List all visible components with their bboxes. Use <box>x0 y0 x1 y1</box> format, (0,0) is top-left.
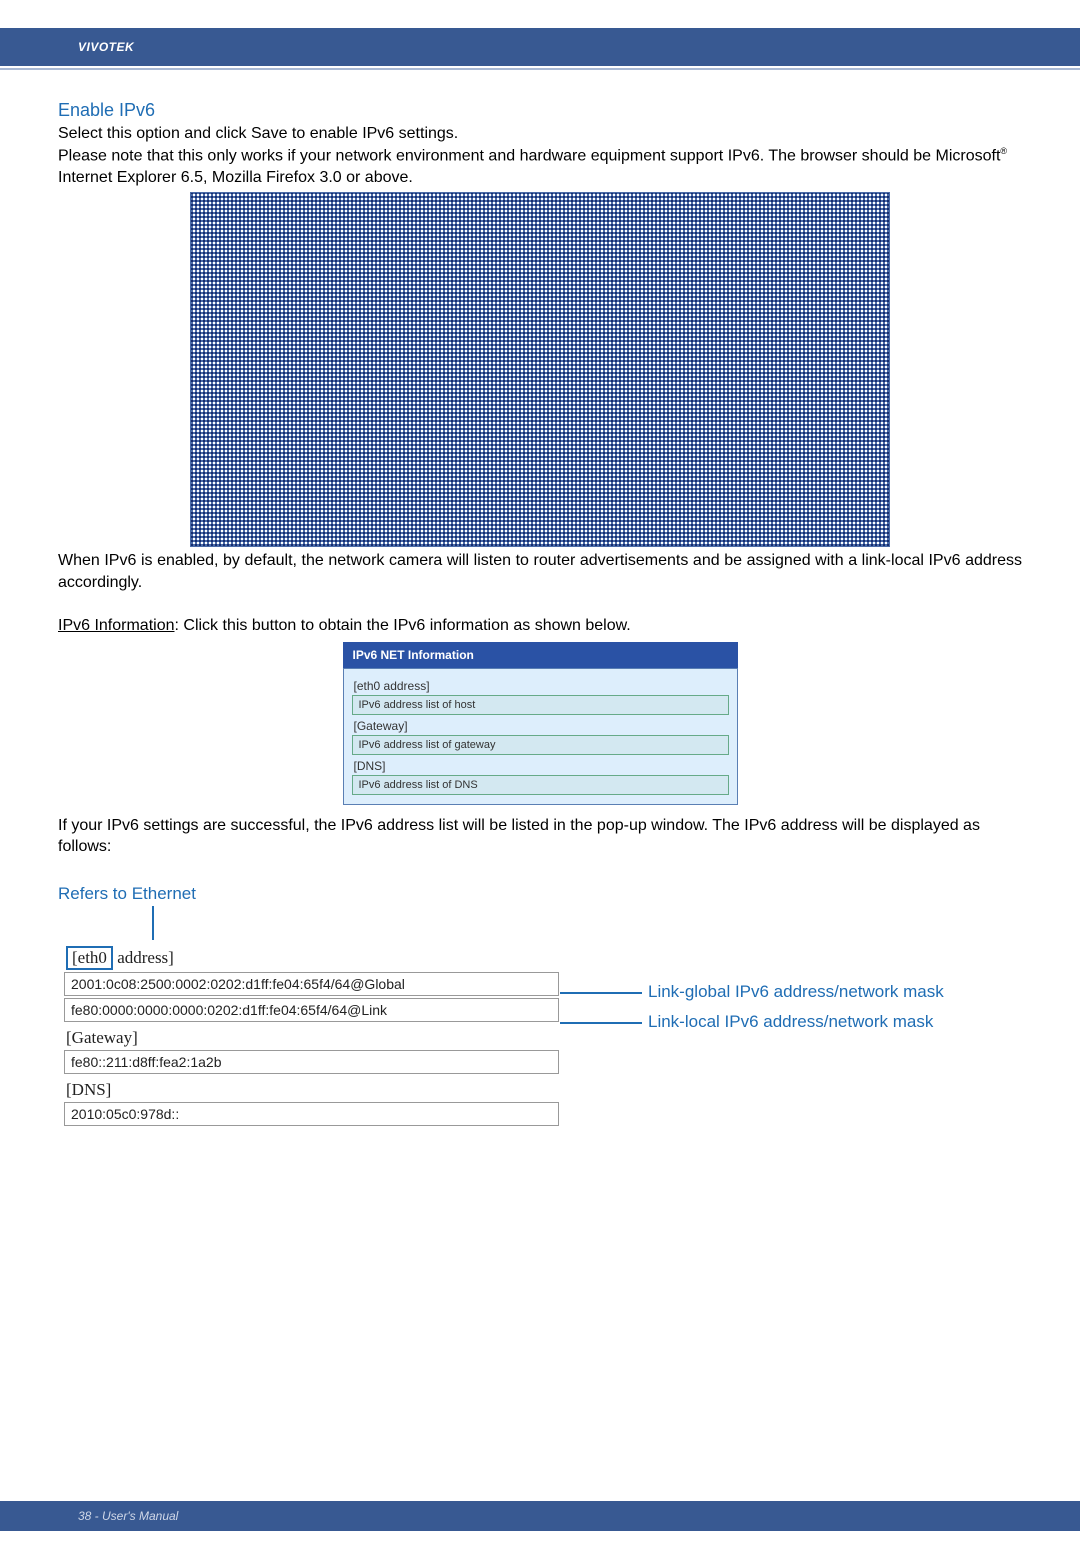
ipv6-link-address-field: fe80:0000:0000:0000:0202:d1ff:fe04:65f4/… <box>64 998 559 1022</box>
popup-dns-box: IPv6 address list of DNS <box>352 775 729 795</box>
registered-mark: ® <box>1000 146 1007 156</box>
popup-eth-label: [eth0 address] <box>354 679 727 693</box>
popup-eth-box: IPv6 address list of host <box>352 695 729 715</box>
popup-gateway-label: [Gateway] <box>354 719 727 733</box>
section-title-enable-ipv6: Enable IPv6 <box>58 100 1022 121</box>
intro-paragraph: Select this option and click Save to ena… <box>58 123 1022 188</box>
para-success: If your IPv6 settings are successful, th… <box>58 815 1022 858</box>
intro-line2b: Internet Explorer 6.5, Mozilla Firefox 3… <box>58 169 413 186</box>
brand-logo: VIVOTEK <box>78 40 134 54</box>
header-bar: VIVOTEK <box>0 28 1080 66</box>
intro-line2a: Please note that this only works if your… <box>58 147 1000 164</box>
dns-label: [DNS] <box>66 1080 1022 1100</box>
ipv6-info-line: IPv6 Information: Click this button to o… <box>58 615 1022 637</box>
popup-title: IPv6 NET Information <box>343 642 738 668</box>
ipv6-information-rest: : Click this button to obtain the IPv6 i… <box>175 617 631 634</box>
ipv6-net-info-popup: IPv6 NET Information [eth0 address] IPv6… <box>343 642 738 805</box>
ipv6-global-address-field: 2001:0c08:2500:0002:0202:d1ff:fe04:65f4/… <box>64 972 559 996</box>
page-content: Enable IPv6 Select this option and click… <box>0 70 1080 1126</box>
popup-body: [eth0 address] IPv6 address list of host… <box>343 668 738 805</box>
eth0-address-rest: address] <box>113 948 174 967</box>
annotation-link-global: Link-global IPv6 address/network mask <box>648 982 944 1002</box>
arrow-connector-global <box>560 992 642 994</box>
ipv6-information-label: IPv6 Information <box>58 617 175 634</box>
footer-page-number: 38 - User's Manual <box>78 1509 178 1523</box>
ethernet-example-section: Refers to Ethernet [eth0 address] 2001:0… <box>58 884 1022 1126</box>
eth0-highlight-box: [eth0 <box>66 946 113 970</box>
intro-line1: Select this option and click Save to ena… <box>58 125 458 142</box>
annotation-link-local: Link-local IPv6 address/network mask <box>648 1012 933 1032</box>
eth-address-group: [eth0 address] 2001:0c08:2500:0002:0202:… <box>58 946 1022 1126</box>
dns-value-field: 2010:05c0:978d:: <box>64 1102 559 1126</box>
arrow-connector-local <box>560 1022 642 1024</box>
network-config-screenshot <box>190 192 890 547</box>
eth0-address-label: [eth0 address] <box>66 946 1022 970</box>
para-when-enabled: When IPv6 is enabled, by default, the ne… <box>58 550 1022 593</box>
popup-dns-label: [DNS] <box>354 759 727 773</box>
refers-arrow-line <box>152 906 154 940</box>
gateway-value-field: fe80::211:d8ff:fea2:1a2b <box>64 1050 559 1074</box>
refers-to-ethernet-label: Refers to Ethernet <box>58 884 1022 904</box>
popup-gateway-box: IPv6 address list of gateway <box>352 735 729 755</box>
